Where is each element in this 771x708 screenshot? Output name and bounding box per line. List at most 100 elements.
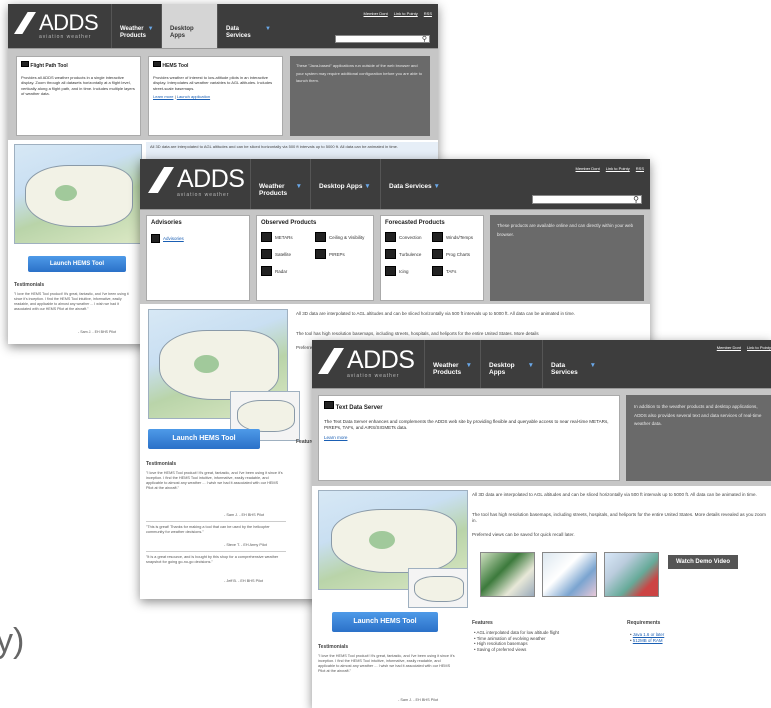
pireps-icon (315, 249, 326, 259)
product-convection[interactable]: Convection (385, 232, 432, 242)
advisories-item[interactable]: Advisories (151, 234, 245, 243)
info-text-1: All 3D data are interpolated to AGL alti… (296, 311, 576, 316)
product-metars[interactable]: METARs (261, 232, 315, 242)
testimonials-heading: Testimonials (318, 644, 349, 650)
adds-logo[interactable]: ADDS aviation weather (318, 348, 415, 379)
features-heading: Features (472, 620, 493, 626)
advisories-icon (151, 234, 160, 243)
testimonial-quote-3: "It is a great resource, and is bought b… (146, 555, 279, 565)
prog-charts-icon (432, 249, 443, 259)
watch-demo-button[interactable]: Watch Demo Video (668, 555, 738, 569)
search-input[interactable]: ⚲ (335, 35, 430, 43)
launch-hems-button[interactable]: Launch HEMS Tool (148, 429, 260, 449)
site-header: ADDS aviation weather Weather Products ▼… (140, 159, 650, 209)
member-link[interactable]: Member Dont (576, 166, 600, 171)
flight-path-icon (21, 61, 29, 67)
logo-mark-icon (318, 348, 344, 374)
tafs-icon (432, 266, 443, 276)
pointy-link[interactable]: Link to Pointy (606, 166, 630, 171)
testimonial-quote-2: "This is great! Thanks for making a tool… (146, 525, 270, 535)
product-icing[interactable]: Icing (385, 266, 432, 276)
product-radar[interactable]: Radar (261, 266, 315, 276)
metars-icon (261, 232, 272, 242)
info-text: All 3D data are interpolated to AGL alti… (150, 144, 399, 149)
learn-more-link[interactable]: Learn more (324, 435, 348, 440)
text-data-server-panel[interactable]: Text Data Server The Text Data Server en… (318, 395, 620, 481)
nav-weather-products[interactable]: Weather Products ▼ (250, 159, 310, 209)
rss-link[interactable]: RSS (424, 11, 432, 16)
nav-desktop-apps[interactable]: Desktop Apps (161, 4, 217, 48)
weather-products-menu: Advisories Advisories Observed Products … (140, 209, 650, 304)
hems-tool-panel[interactable]: HEMS Tool Provides weather of interest t… (148, 56, 283, 136)
background-text: y) (0, 622, 25, 660)
launch-app-link[interactable]: Launch application (177, 94, 210, 99)
product-turbulence[interactable]: Turbulence (385, 249, 432, 259)
main-nav: Weather Products ▼ Desktop Apps Data Ser… (111, 4, 279, 48)
nav-data-services[interactable]: Data Services ▼ (542, 340, 604, 388)
site-header: ADDS aviation weather Weather Products ▼… (8, 4, 438, 48)
info-text-2: The tool has high resolution basemaps, i… (472, 512, 766, 523)
search-icon[interactable]: ⚲ (422, 35, 427, 43)
caret-down-icon: ▼ (527, 362, 534, 369)
nav-data-services[interactable]: Data Services ▼ (380, 159, 450, 209)
member-link[interactable]: Member Dont (717, 345, 741, 350)
hems-map-screenshot (14, 144, 142, 244)
rss-link[interactable]: RSS (636, 166, 644, 171)
preview-thumbnail-3[interactable] (604, 552, 659, 597)
logo-mark-icon (14, 12, 36, 34)
icing-icon (385, 266, 396, 276)
inset-map (408, 568, 468, 608)
preview-thumbnail-2[interactable] (542, 552, 597, 597)
search-input[interactable]: ⚲ (532, 195, 642, 204)
launch-hems-button[interactable]: Launch HEMS Tool (332, 612, 438, 632)
member-link[interactable]: Member Dont (364, 11, 388, 16)
nav-weather-products[interactable]: Weather Products ▼ (111, 4, 161, 48)
nav-weather-products[interactable]: Weather Products ▼ (424, 340, 480, 388)
forecast-panel: Forecasted Products Convection Winds/Tem… (380, 215, 484, 301)
info-text-3: Preferred views can be saved for quick r… (472, 532, 575, 537)
testimonial-attribution-2: - Steve T. - EH Army Pilot (224, 543, 267, 547)
top-links: Member Dont Link to Pointy (717, 345, 771, 350)
testimonial-quote: "I love the HEMS Tool product! It's grea… (14, 292, 129, 311)
pointy-link[interactable]: Link to Pointy (747, 345, 771, 350)
screenshot-collage: y) ADDS aviation weather Weather Product… (0, 0, 771, 708)
requirement-item: • 512MB of RAM (630, 637, 663, 643)
product-satellite[interactable]: Satellite (261, 249, 315, 259)
product-prog-charts[interactable]: Prog Charts (432, 249, 479, 259)
advisories-panel[interactable]: Advisories Advisories (146, 215, 250, 301)
java-note-panel: These "Java-based" applications run outs… (290, 56, 430, 136)
product-pireps[interactable]: PIREPs (315, 249, 369, 259)
features-list: • AGL interpolated data for low altitude… (474, 630, 559, 653)
launch-hems-button[interactable]: Launch HEMS Tool (28, 256, 126, 272)
testimonial-attribution: - Sam J. - EH BHS Pilot (78, 330, 116, 334)
search-icon[interactable]: ⚲ (633, 195, 639, 204)
info-text-1: All 3D data are interpolated to AGL alti… (472, 492, 757, 497)
product-tafs[interactable]: TAFs (432, 266, 479, 276)
learn-more-link[interactable]: Learn more (153, 94, 173, 99)
text-data-server-icon (324, 401, 334, 409)
nav-desktop-apps[interactable]: Desktop Apps ▼ (480, 340, 542, 388)
nav-desktop-apps[interactable]: Desktop Apps ▼ (310, 159, 380, 209)
desktop-apps-menu: Flight Path Tool Provides all ADDS weath… (8, 48, 438, 140)
convection-icon (385, 232, 396, 242)
adds-logo[interactable]: ADDS aviation weather (148, 167, 245, 198)
testimonial-quote-1: "I love the HEMS Tool product! It's grea… (146, 471, 283, 491)
winds-temps-icon (432, 232, 443, 242)
product-winds-temps[interactable]: Winds/Temps (432, 232, 479, 242)
logo-mark-icon (148, 167, 174, 193)
product-ceiling-visibility[interactable]: Ceiling & Visibility (315, 232, 369, 242)
ceiling-visibility-icon (315, 232, 326, 242)
caret-down-icon: ▼ (589, 362, 596, 369)
main-nav: Weather Products ▼ Desktop Apps ▼ Data S… (424, 340, 604, 388)
nav-data-services[interactable]: Data Services ▼ (217, 4, 279, 48)
testimonial-quote: "I love the HEMS Tool product! It's grea… (318, 654, 455, 674)
pointy-link[interactable]: Link to Pointy (394, 11, 418, 16)
testimonial-attribution-1: - Sam J. - EH BHS Pilot (224, 513, 265, 517)
preview-thumbnail-1[interactable] (480, 552, 535, 597)
requirements-list: • Java 1.6 or later • 512MB of RAM (630, 632, 664, 643)
caret-down-icon: ▼ (465, 362, 472, 369)
flight-path-panel[interactable]: Flight Path Tool Provides all ADDS weath… (16, 56, 141, 136)
radar-icon (261, 266, 272, 276)
adds-logo[interactable]: ADDS aviation weather (14, 12, 99, 40)
feature-item: • Saving of preferred views (474, 647, 527, 653)
